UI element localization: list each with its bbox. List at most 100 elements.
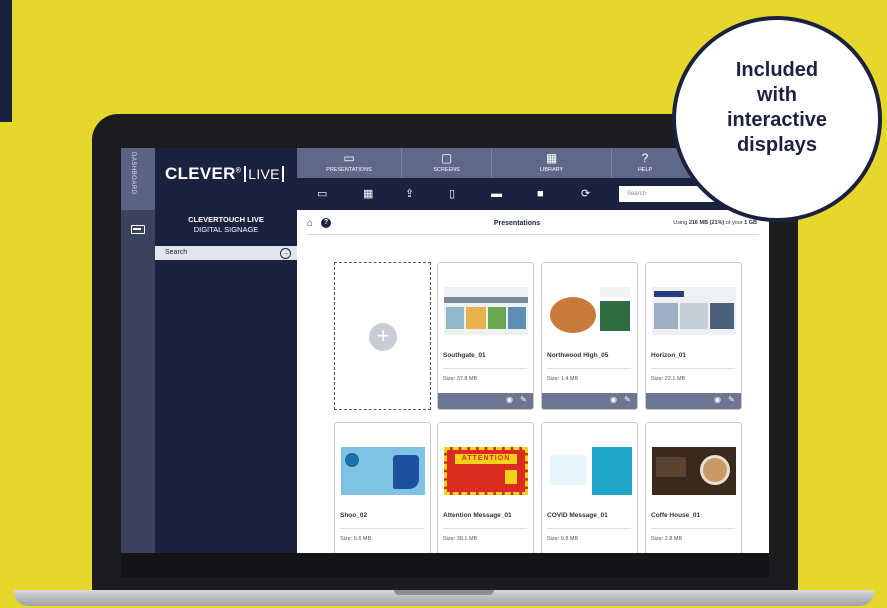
thumbnail-northwood xyxy=(548,287,632,335)
tab-screens[interactable]: ▢ SCREENS xyxy=(402,148,492,178)
laptop-notch xyxy=(394,590,494,595)
card-name: Horizon_01 xyxy=(651,352,687,359)
callout-line-2: with xyxy=(757,84,797,106)
tab-presentations-label: PRESENTATIONS xyxy=(326,167,372,173)
presentation-card[interactable]: Southgate_01 Size: 37.8 MB ◉ ✎ xyxy=(437,262,534,410)
card-actions: ◉ ✎ xyxy=(646,393,741,409)
callout-text: Included with interactive displays xyxy=(676,58,878,158)
logo-registered-mark: ® xyxy=(235,167,242,175)
laptop-bezel-bottom xyxy=(121,553,769,577)
card-name: Southgate_01 xyxy=(443,352,486,359)
edit-icon[interactable]: ✎ xyxy=(624,395,631,404)
callout-line-4: displays xyxy=(736,134,818,156)
presentation-card[interactable]: Northwood High_05 Size: 1.4 MB ◉ ✎ xyxy=(541,262,638,410)
card-size: Size: 2.8 MB xyxy=(651,536,683,542)
storage-usage: Using 216 MB (21%) of your 1 GB xyxy=(673,220,757,226)
add-screen-icon[interactable]: ▬ xyxy=(491,187,502,201)
card-size: Size: 1.4 MB xyxy=(547,376,579,382)
card-divider xyxy=(443,528,527,529)
card-divider xyxy=(547,368,631,369)
card-name: Northwood High_05 xyxy=(547,352,609,359)
presentation-card[interactable]: Coffe House_01 Size: 2.8 MB xyxy=(645,422,742,553)
tab-presentations[interactable]: ▭ PRESENTATIONS xyxy=(297,148,402,178)
presentation-card[interactable]: Shoo_02 Size: 5.6 MB xyxy=(334,422,431,553)
page-title: Presentations xyxy=(493,220,541,227)
thumbnail-coffee xyxy=(652,447,736,495)
presentation-view-icon[interactable]: ▭ xyxy=(317,187,327,201)
card-divider xyxy=(547,528,631,529)
header-divider xyxy=(307,234,759,235)
tab-help-label: HELP xyxy=(637,167,653,173)
preview-eye-icon[interactable]: ◉ xyxy=(506,395,513,404)
laptop-screen: DASHBOARD CLEVER® LIVE CLEVERTOUCH LIVE D… xyxy=(121,148,769,553)
card-size: Size: 38.1 MB xyxy=(443,536,478,542)
sidebar-title-main: CLEVERTOUCH LIVE xyxy=(188,215,264,224)
card-actions: ◉ ✎ xyxy=(542,393,637,409)
logo-text: CLEVER xyxy=(165,164,236,183)
sidebar-search[interactable]: Search → xyxy=(155,246,297,260)
video-icon[interactable]: ■ xyxy=(537,187,544,201)
left-rail: DASHBOARD xyxy=(121,148,155,553)
sidebar: CLEVER® LIVE CLEVERTOUCH LIVE DIGITAL SIG… xyxy=(155,148,297,553)
card-name: Attention Message_01 xyxy=(443,512,512,519)
card-divider xyxy=(340,528,424,529)
sidebar-title: CLEVERTOUCH LIVE DIGITAL SIGNAGE xyxy=(155,215,297,235)
presentations-icon: ▭ xyxy=(343,151,355,165)
usage-mid: of your xyxy=(724,220,745,226)
dashboard-tab[interactable]: DASHBOARD xyxy=(121,148,155,210)
sidebar-search-label: Search xyxy=(165,249,188,256)
thumbnail-shoo xyxy=(341,447,425,495)
card-name: Shoo_02 xyxy=(340,512,368,519)
preview-eye-icon[interactable]: ◉ xyxy=(610,395,617,404)
library-icon: ▦ xyxy=(545,151,558,165)
tab-screens-label: SCREENS xyxy=(433,167,460,173)
callout-bubble: Included with interactive displays xyxy=(676,20,878,218)
card-size: Size: 5.6 MB xyxy=(340,536,372,542)
laptop-base xyxy=(14,590,874,606)
presentations-rail-icon[interactable] xyxy=(131,225,145,234)
sidebar-title-sub: DIGITAL SIGNAGE xyxy=(193,225,259,234)
tab-library-label: LIBRARY xyxy=(539,167,564,173)
device-icon[interactable]: ▯ xyxy=(449,187,455,201)
card-size: Size: 9.8 MB xyxy=(547,536,579,542)
attention-banner: ATTENTION xyxy=(455,454,517,464)
clever-live-logo: CLEVER® LIVE xyxy=(165,164,284,184)
presentation-card[interactable]: ATTENTION Attention Message_01 Size: 38.… xyxy=(437,422,534,553)
presentation-card[interactable]: COVID Message_01 Size: 9.8 MB xyxy=(541,422,638,553)
corner-accent xyxy=(0,0,12,122)
screen-icon: ▢ xyxy=(440,151,453,165)
card-divider xyxy=(651,368,735,369)
add-presentation-card[interactable]: + xyxy=(334,262,431,410)
preview-eye-icon[interactable]: ◉ xyxy=(714,395,721,404)
usage-amount: 216 MB (21%) xyxy=(688,220,725,226)
card-name: COVID Message_01 xyxy=(547,512,608,519)
thumbnail-attention: ATTENTION xyxy=(444,447,528,495)
callout-line-1: Included xyxy=(735,59,819,81)
usage-prefix: Using xyxy=(673,220,689,226)
logo-live-text: LIVE xyxy=(244,166,284,182)
callout-line-3: interactive xyxy=(726,109,828,131)
help-icon: ? xyxy=(641,151,649,165)
tab-help[interactable]: ? HELP xyxy=(612,148,678,178)
edit-icon[interactable]: ✎ xyxy=(728,395,735,404)
usage-total: 1 GB xyxy=(744,220,757,226)
card-size: Size: 22.1 MB xyxy=(651,376,686,382)
edit-icon[interactable]: ✎ xyxy=(520,395,527,404)
refresh-icon[interactable]: ⟳ xyxy=(581,187,590,201)
main-content: ⌂ ? Presentations Using 216 MB (21%) of … xyxy=(297,210,769,553)
publish-icon[interactable]: ⇪ xyxy=(405,187,414,201)
thumbnail-covid xyxy=(548,447,632,495)
plus-icon[interactable]: + xyxy=(369,323,397,351)
tab-library[interactable]: ▦ LIBRARY xyxy=(492,148,612,178)
thumbnail-horizon xyxy=(652,287,736,335)
presentation-card[interactable]: Horizon_01 Size: 22.1 MB ◉ ✎ xyxy=(645,262,742,410)
card-size: Size: 37.8 MB xyxy=(443,376,478,382)
card-name: Coffe House_01 xyxy=(651,512,701,519)
card-divider xyxy=(651,528,735,529)
thumbnail-southgate xyxy=(444,287,528,335)
card-divider xyxy=(443,368,527,369)
arrow-right-icon[interactable]: → xyxy=(280,248,291,259)
calendar-icon[interactable]: ▦ xyxy=(363,187,373,201)
card-actions: ◉ ✎ xyxy=(438,393,533,409)
dashboard-label: DASHBOARD xyxy=(130,152,136,195)
